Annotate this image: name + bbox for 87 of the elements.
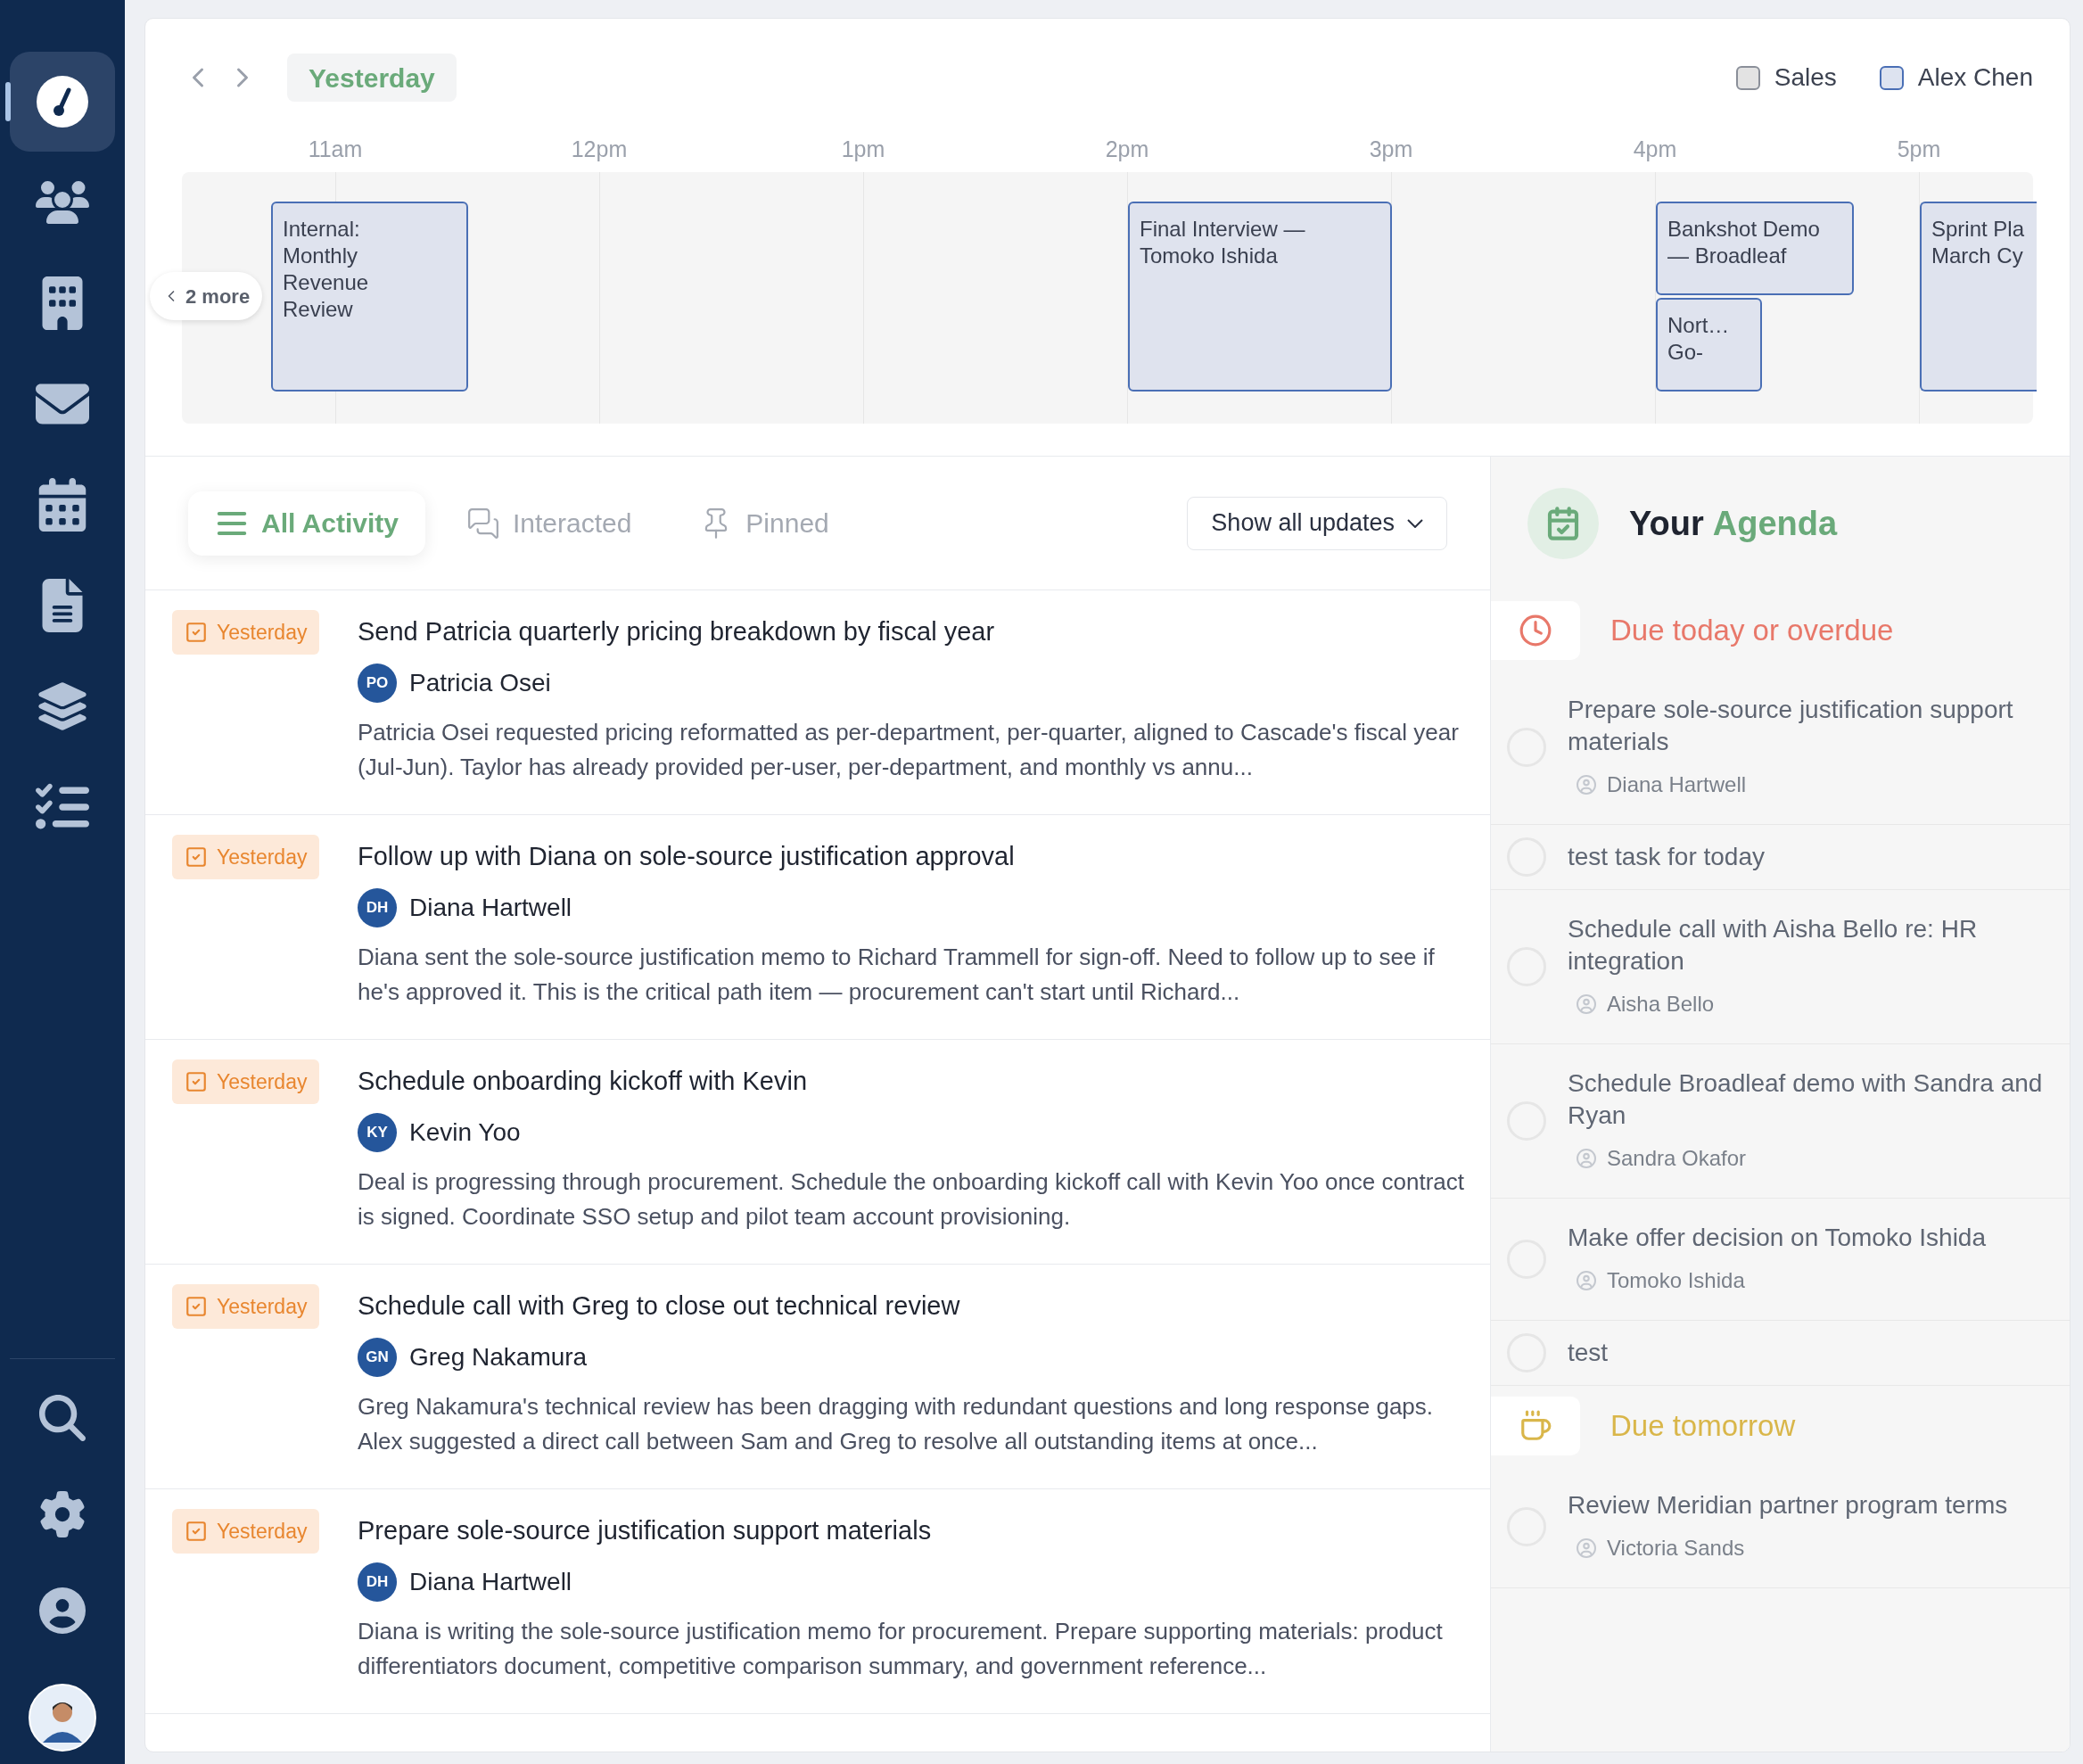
settings-icon[interactable]	[39, 1491, 86, 1537]
agenda-title: Your	[1629, 503, 1704, 544]
hour-label: 5pm	[1897, 136, 1941, 163]
legend-label: Sales	[1774, 62, 1837, 93]
person-name[interactable]: Greg Nakamura	[409, 1339, 588, 1376]
due-badge: Yesterday	[172, 1059, 320, 1104]
due-badge: Yesterday	[172, 835, 320, 879]
calendar-event[interactable]: Internal: Monthly Revenue Review	[271, 202, 468, 392]
calendar-event[interactable]: Nort… Go-	[1656, 298, 1762, 392]
assignee-name: Tomoko Ishida	[1607, 1267, 1745, 1294]
assignee-name: Aisha Bello	[1607, 991, 1715, 1018]
task-title[interactable]: Follow up with Diana on sole-source justification approval	[358, 838, 1469, 874]
more-events-button[interactable]: 2 more	[150, 272, 263, 320]
avatar-initials: DH	[358, 888, 397, 927]
event-title: Bankshot Demo — Broadleaf	[1667, 217, 1820, 268]
person-icon	[1577, 1149, 1596, 1168]
due-badge: Yesterday	[172, 1284, 320, 1329]
agenda-task-title[interactable]: test task for today	[1568, 841, 2052, 873]
task-title[interactable]: Send Patricia quarterly pricing breakdown by fiscal year	[358, 614, 1469, 649]
task-title[interactable]: Schedule onboarding kickoff with Kevin	[358, 1063, 1469, 1099]
chat-bubbles-icon	[465, 506, 500, 540]
check-square-icon	[185, 1295, 208, 1318]
clock-icon	[1519, 614, 1552, 647]
check-square-icon	[185, 845, 208, 869]
person-name[interactable]: Diana Hartwell	[409, 889, 572, 927]
agenda-task-title[interactable]: test	[1568, 1337, 2052, 1369]
task-description: Patricia Osei requested pricing reformatted as per-department, per-quarter, aligned to Cascade's fiscal year (Jul-Jun). Taylor has already provided per-user, per-department, and monthly vs annu...	[358, 718, 1460, 782]
layers-icon	[36, 680, 89, 733]
task-description: Diana sent the sole-source justification memo to Richard Trammell for sign-off. Need to follow up to see if he's approved it. This is the critical path item — procurement can't start until Richard...	[358, 943, 1436, 1007]
task-description: Greg Nakamura's technical review has been dragging with redundant questions and long response gaps. Alex suggested a direct call between Sam and Greg to resolve all outstanding items at once...	[358, 1392, 1435, 1456]
chevron-down-icon	[1407, 518, 1423, 528]
assignee-name: Sandra Okafor	[1607, 1145, 1747, 1172]
due-badge: Yesterday	[172, 610, 320, 655]
legend-swatch[interactable]	[1879, 65, 1904, 90]
hour-label: 11am	[308, 136, 363, 163]
task-description: Diana is writing the sole-source justification memo for procurement. Prepare supporting materials: product differentiators document, competitive comparison summary, and government reference...	[358, 1617, 1444, 1681]
hour-label: 4pm	[1633, 136, 1677, 163]
agenda-title-highlight: Agenda	[1712, 503, 1838, 544]
section-title: Due today or overdue	[1610, 613, 1894, 649]
avatar-initials: GN	[358, 1338, 397, 1377]
calendar-event[interactable]: Sprint Pla March Cy	[1920, 202, 2037, 392]
section-title: Due tomorrow	[1610, 1408, 1796, 1445]
check-square-icon	[185, 1070, 208, 1093]
calendar-check-icon	[1545, 506, 1581, 541]
agenda-task-title[interactable]: Make offer decision on Tomoko Ishida	[1568, 1222, 2052, 1254]
task-title[interactable]: Prepare sole-source justification support materials	[358, 1513, 1469, 1548]
person-name[interactable]: Diana Hartwell	[409, 1563, 572, 1601]
calendar-event[interactable]: Final Interview — Tomoko Ishida	[1128, 202, 1392, 392]
assignee-name: Diana Hartwell	[1607, 771, 1747, 798]
hour-label: 12pm	[571, 136, 628, 163]
search-icon[interactable]	[39, 1395, 86, 1441]
hour-label: 1pm	[841, 136, 885, 163]
avatar-initials: DH	[358, 1562, 397, 1602]
avatar[interactable]	[29, 1684, 96, 1752]
event-title: Nort… Go-	[1667, 313, 1730, 364]
gauge-icon	[37, 76, 88, 128]
person-name[interactable]: Kevin Yoo	[409, 1114, 521, 1151]
person-icon	[1577, 1271, 1596, 1290]
cup-icon	[1519, 1409, 1552, 1443]
legend-label: Alex Chen	[1917, 62, 2033, 93]
event-title: Internal: Monthly Revenue Review	[283, 217, 369, 321]
legend-swatch[interactable]	[1735, 65, 1760, 90]
active-indicator	[5, 82, 11, 121]
hour-label: 2pm	[1105, 136, 1149, 163]
avatar-initials: PO	[358, 664, 397, 703]
nav-item[interactable]	[10, 52, 115, 152]
updates-dropdown[interactable]: Show all updates	[1187, 496, 1447, 550]
person-icon	[1577, 994, 1596, 1014]
task-title[interactable]: Schedule call with Greg to close out technical review	[358, 1288, 1469, 1323]
hour-label: 3pm	[1369, 136, 1413, 163]
check-square-icon	[185, 1520, 208, 1543]
agenda-task-title[interactable]: Review Meridian partner program terms	[1568, 1489, 2052, 1521]
person-icon	[1577, 1538, 1596, 1558]
agenda-task-title[interactable]: Prepare sole-source justification support materials	[1568, 694, 2052, 758]
agenda-task-title[interactable]: Schedule call with Aisha Bello re: HR integration	[1568, 913, 2052, 977]
event-title: Sprint Pla March Cy	[1931, 217, 2025, 268]
avatar-initials: KY	[358, 1113, 397, 1152]
task-description: Deal is progressing through procurement. Schedule the onboarding kickoff call with Kevin Yoo once contract is signed. Coordinate SSO setup and pilot team account provisioning.	[358, 1167, 1466, 1232]
check-square-icon	[185, 621, 208, 644]
person-icon	[1577, 775, 1596, 795]
agenda-task-title[interactable]: Schedule Broadleaf demo with Sandra and Ryan	[1568, 1067, 2052, 1132]
event-title: Final Interview — Tomoko Ishida	[1140, 217, 1305, 268]
due-badge: Yesterday	[172, 1509, 320, 1554]
account-icon[interactable]	[39, 1587, 86, 1634]
assignee-name: Victoria Sands	[1607, 1535, 1745, 1562]
person-name[interactable]: Patricia Osei	[409, 664, 551, 702]
calendar-event[interactable]: Bankshot Demo — Broadleaf	[1656, 202, 1854, 295]
